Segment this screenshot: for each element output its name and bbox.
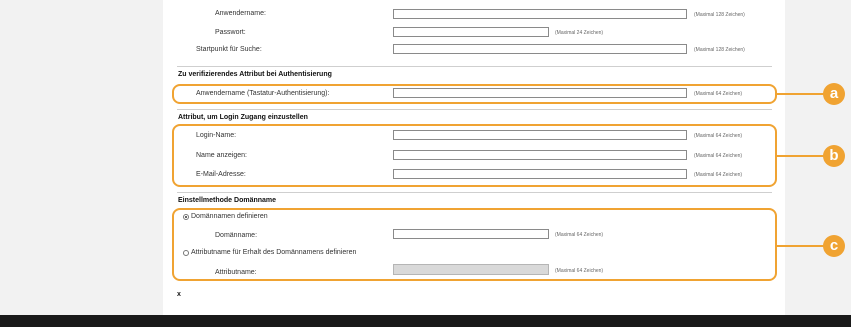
display-name-label: Name anzeigen:	[196, 152, 247, 159]
footer-mark: x	[177, 291, 181, 298]
email-label: E-Mail-Adresse:	[196, 171, 246, 178]
login-name-hint: (Maximal 64 Zeichen)	[694, 133, 743, 139]
divider	[177, 192, 772, 193]
username-label: Anwendername:	[215, 10, 266, 17]
callout-line-b	[777, 155, 825, 157]
search-start-label: Startpunkt für Suche:	[196, 46, 262, 53]
email-input[interactable]	[393, 169, 687, 179]
callout-badge-a: a	[823, 83, 845, 105]
attribute-domain-label: Attributname für Erhalt des Domännamens …	[191, 249, 357, 256]
password-hint: (Maximal 24 Zeichen)	[555, 30, 604, 36]
attribute-domain-radio[interactable]	[183, 250, 189, 256]
email-hint: (Maximal 64 Zeichen)	[694, 172, 743, 178]
display-name-hint: (Maximal 64 Zeichen)	[694, 153, 743, 159]
callout-badge-b: b	[823, 145, 845, 167]
divider	[177, 66, 772, 67]
display-name-input[interactable]	[393, 150, 687, 160]
username-key-input[interactable]	[393, 88, 687, 98]
domain-name-hint: (Maximal 64 Zeichen)	[555, 232, 604, 238]
callout-line-a	[777, 93, 825, 95]
attribute-name-input[interactable]	[393, 264, 549, 275]
domain-name-input[interactable]	[393, 229, 549, 239]
attribute-name-hint: (Maximal 64 Zeichen)	[555, 268, 604, 274]
domain-name-label: Domänname:	[215, 232, 258, 239]
define-domain-label: Domännamen definieren	[191, 213, 268, 220]
password-label: Passwort:	[215, 29, 246, 36]
login-section-title: Attribut, um Login Zugang einzustellen	[178, 114, 308, 121]
search-start-hint: (Maximal 128 Zeichen)	[694, 47, 745, 53]
search-start-input[interactable]	[393, 44, 687, 54]
divider	[177, 109, 772, 110]
callout-line-c	[777, 245, 825, 247]
password-input[interactable]	[393, 27, 549, 37]
callout-badge-c: c	[823, 235, 845, 257]
define-domain-radio[interactable]	[183, 214, 189, 220]
login-name-input[interactable]	[393, 130, 687, 140]
username-key-label: Anwendername (Tastatur-Authentisierung):	[196, 90, 330, 97]
login-name-label: Login-Name:	[196, 132, 237, 139]
attribute-name-label: Attributname:	[215, 269, 257, 276]
bottom-bar	[0, 315, 851, 327]
username-key-hint: (Maximal 64 Zeichen)	[694, 91, 743, 97]
left-margin	[0, 0, 163, 315]
verify-section-title: Zu verifizierendes Attribut bei Authenti…	[178, 71, 332, 78]
domain-section-title: Einstellmethode Domänname	[178, 197, 277, 204]
username-input[interactable]	[393, 9, 687, 19]
username-hint: (Maximal 128 Zeichen)	[694, 12, 745, 18]
